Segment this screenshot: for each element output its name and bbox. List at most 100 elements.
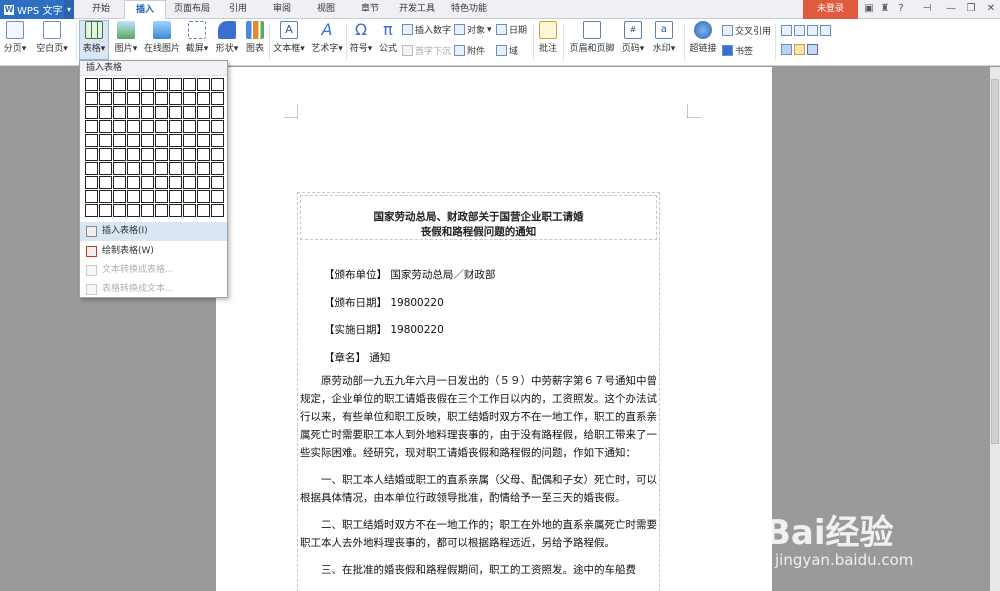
- shape-button[interactable]: 形状▾: [213, 21, 241, 54]
- chart-button[interactable]: 图表: [243, 21, 267, 54]
- grid-cell[interactable]: [155, 120, 168, 133]
- grid-cell[interactable]: [85, 176, 98, 189]
- grid-cell[interactable]: [99, 148, 112, 161]
- formula-button[interactable]: π 公式: [377, 21, 399, 55]
- grid-cell[interactable]: [99, 176, 112, 189]
- insert-table-item[interactable]: 插入表格(I): [80, 222, 227, 241]
- wordart-button[interactable]: A 艺术字▾: [309, 21, 345, 55]
- form-controls[interactable]: [781, 25, 831, 36]
- tab-home[interactable]: 开始: [82, 0, 120, 19]
- grid-cell[interactable]: [113, 92, 126, 105]
- grid-cell[interactable]: [183, 120, 196, 133]
- grid-cell[interactable]: [113, 134, 126, 147]
- picture-button[interactable]: 图片▾: [112, 21, 140, 54]
- tab-references[interactable]: 引用: [220, 0, 256, 19]
- grid-cell[interactable]: [141, 134, 154, 147]
- grid-cell[interactable]: [211, 204, 224, 217]
- grid-cell[interactable]: [155, 204, 168, 217]
- grid-cell[interactable]: [197, 92, 210, 105]
- grid-cell[interactable]: [141, 120, 154, 133]
- grid-cell[interactable]: [127, 176, 140, 189]
- grid-cell[interactable]: [99, 120, 112, 133]
- grid-cell[interactable]: [183, 78, 196, 91]
- grid-cell[interactable]: [99, 190, 112, 203]
- grid-cell[interactable]: [211, 78, 224, 91]
- grid-cell[interactable]: [113, 162, 126, 175]
- app-menu-button[interactable]: W WPS 文字 ▾: [0, 0, 74, 19]
- grid-cell[interactable]: [113, 204, 126, 217]
- grid-cell[interactable]: [127, 78, 140, 91]
- grid-cell[interactable]: [155, 162, 168, 175]
- grid-cell[interactable]: [155, 190, 168, 203]
- blank-page-button[interactable]: 空白页▾: [32, 21, 72, 54]
- grid-cell[interactable]: [85, 106, 98, 119]
- tab-features[interactable]: 特色功能: [446, 0, 492, 19]
- screenshot-button[interactable]: 截屏▾: [183, 21, 211, 54]
- help-icon[interactable]: ?: [894, 2, 908, 16]
- grid-cell[interactable]: [197, 148, 210, 161]
- grid-cell[interactable]: [211, 106, 224, 119]
- grid-cell[interactable]: [211, 176, 224, 189]
- grid-cell[interactable]: [197, 134, 210, 147]
- grid-cell[interactable]: [113, 176, 126, 189]
- page-break-button[interactable]: 分页▾: [2, 21, 28, 54]
- restore-icon[interactable]: ❐: [964, 2, 978, 16]
- grid-cell[interactable]: [85, 134, 98, 147]
- grid-cell[interactable]: [99, 204, 112, 217]
- grid-cell[interactable]: [113, 106, 126, 119]
- grid-cell[interactable]: [197, 106, 210, 119]
- grid-cell[interactable]: [183, 176, 196, 189]
- grid-cell[interactable]: [155, 92, 168, 105]
- grid-cell[interactable]: [141, 148, 154, 161]
- grid-cell[interactable]: [169, 148, 182, 161]
- grid-cell[interactable]: [113, 78, 126, 91]
- comment-button[interactable]: 批注: [536, 21, 560, 54]
- grid-cell[interactable]: [169, 106, 182, 119]
- grid-cell[interactable]: [211, 190, 224, 203]
- draw-table-item[interactable]: 绘制表格(W): [80, 242, 227, 261]
- grid-cell[interactable]: [155, 148, 168, 161]
- online-picture-button[interactable]: 在线图片: [143, 21, 181, 54]
- grid-cell[interactable]: [99, 106, 112, 119]
- login-button[interactable]: 未登录: [803, 0, 858, 19]
- grid-cell[interactable]: [169, 176, 182, 189]
- date-button[interactable]: 日期: [496, 23, 527, 36]
- grid-cell[interactable]: [85, 148, 98, 161]
- grid-cell[interactable]: [141, 106, 154, 119]
- tab-view[interactable]: 视图: [308, 0, 344, 19]
- grid-cell[interactable]: [127, 92, 140, 105]
- grid-cell[interactable]: [197, 78, 210, 91]
- grid-cell[interactable]: [141, 190, 154, 203]
- grid-cell[interactable]: [155, 106, 168, 119]
- table-size-grid[interactable]: [85, 78, 224, 217]
- grid-cell[interactable]: [155, 134, 168, 147]
- tab-developer[interactable]: 开发工具: [394, 0, 440, 19]
- grid-cell[interactable]: [141, 176, 154, 189]
- textbox-button[interactable]: A 文本框▾: [272, 21, 306, 54]
- grid-cell[interactable]: [141, 92, 154, 105]
- grid-cell[interactable]: [183, 148, 196, 161]
- grid-cell[interactable]: [85, 190, 98, 203]
- grid-cell[interactable]: [211, 120, 224, 133]
- grid-cell[interactable]: [169, 92, 182, 105]
- tab-page-layout[interactable]: 页面布局: [170, 0, 214, 19]
- grid-cell[interactable]: [211, 148, 224, 161]
- document-content[interactable]: 国家劳动总局、财政部关于国营企业职工请婚 丧假和路程假问题的通知 【颁布单位】 …: [297, 192, 660, 591]
- grid-cell[interactable]: [155, 176, 168, 189]
- grid-cell[interactable]: [113, 148, 126, 161]
- grid-cell[interactable]: [211, 134, 224, 147]
- grid-cell[interactable]: [183, 92, 196, 105]
- grid-cell[interactable]: [183, 106, 196, 119]
- grid-cell[interactable]: [197, 120, 210, 133]
- minimize-icon[interactable]: —: [944, 2, 958, 16]
- grid-cell[interactable]: [197, 190, 210, 203]
- shirt-icon[interactable]: ♜: [878, 2, 892, 16]
- form-tools[interactable]: [781, 44, 818, 55]
- symbol-button[interactable]: Ω 符号▾: [348, 21, 374, 55]
- grid-cell[interactable]: [127, 134, 140, 147]
- grid-cell[interactable]: [211, 162, 224, 175]
- grid-cell[interactable]: [211, 92, 224, 105]
- table-button[interactable]: 表格▾: [79, 20, 109, 60]
- grid-cell[interactable]: [99, 92, 112, 105]
- pin-icon[interactable]: ⊣: [920, 2, 934, 16]
